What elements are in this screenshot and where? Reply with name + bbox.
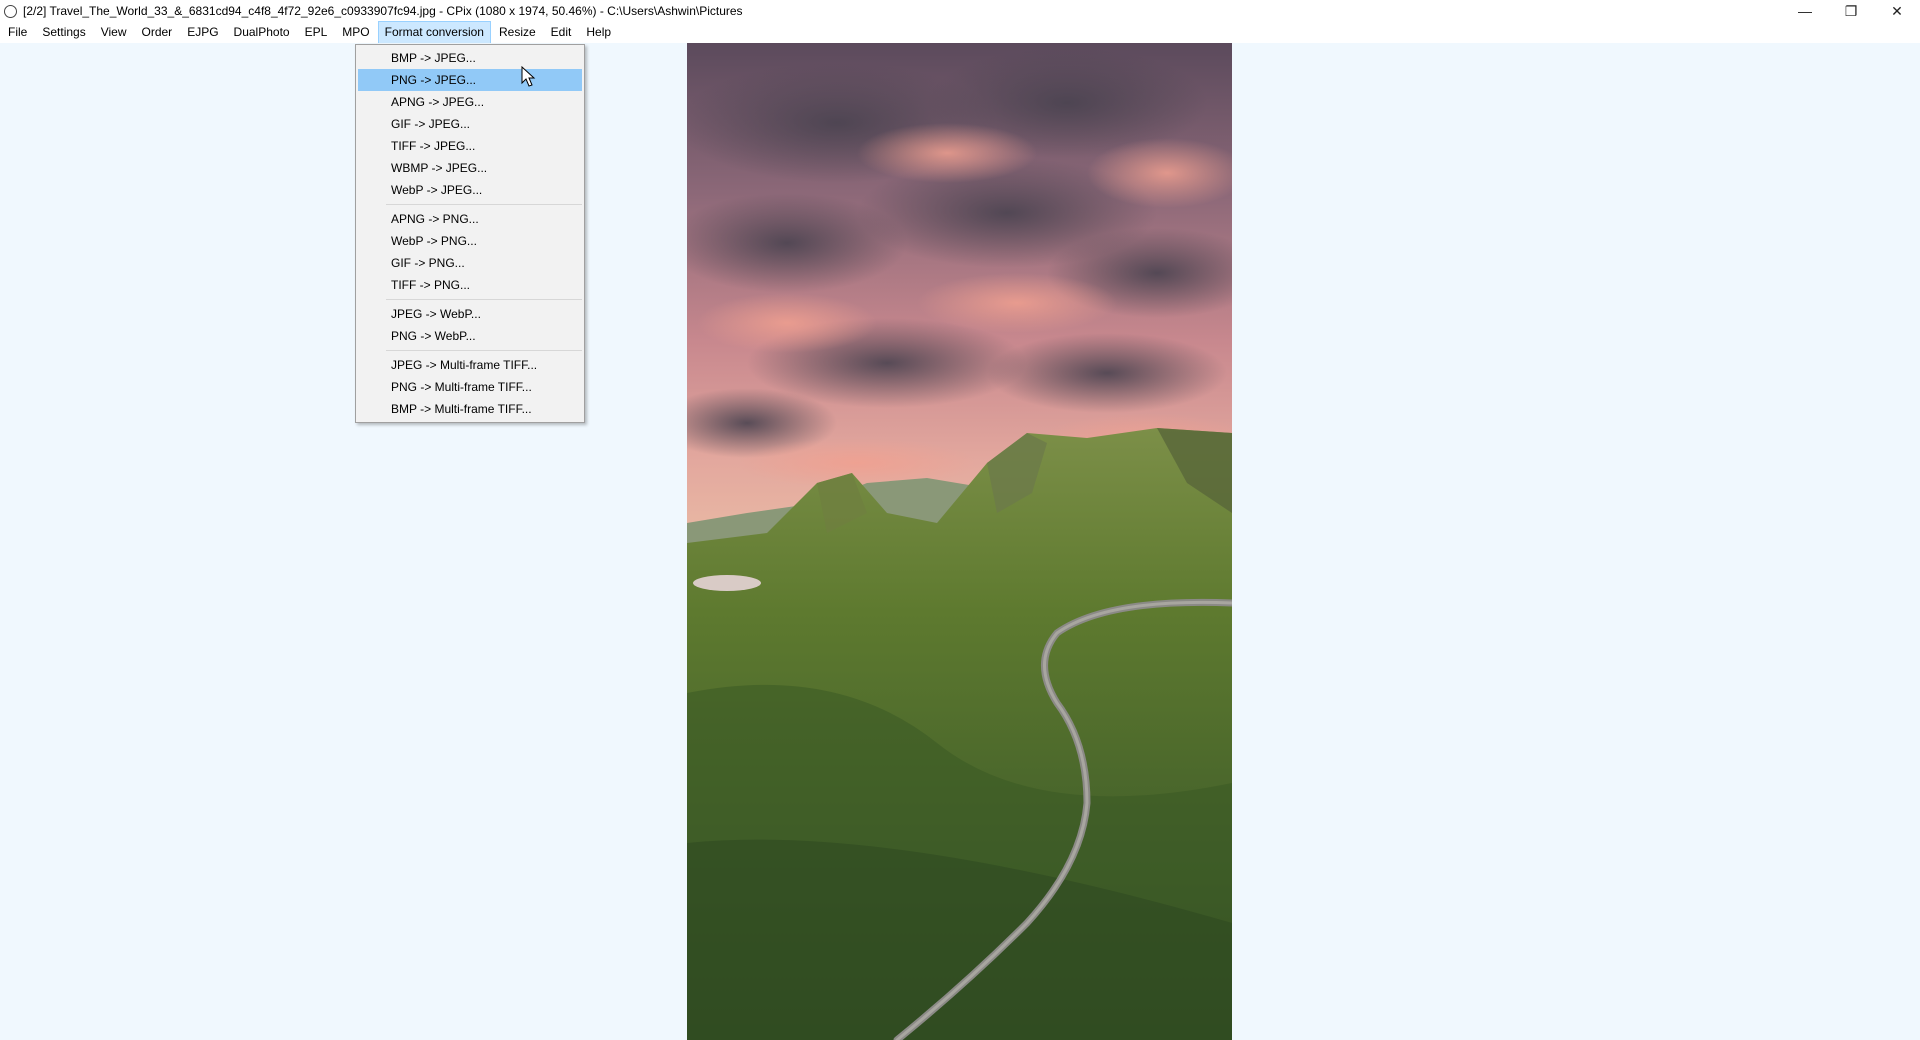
menu-item-tiff-png[interactable]: TIFF -> PNG...	[358, 274, 582, 296]
menu-item-png-jpeg[interactable]: PNG -> JPEG...	[358, 69, 582, 91]
menu-item-apng-jpeg[interactable]: APNG -> JPEG...	[358, 91, 582, 113]
menu-edit[interactable]: Edit	[544, 21, 579, 44]
menu-item-jpeg-webp[interactable]: JPEG -> WebP...	[358, 303, 582, 325]
title-bar: [2/2] Travel_The_World_33_&_6831cd94_c4f…	[0, 0, 1920, 22]
menu-help[interactable]: Help	[579, 21, 618, 44]
close-icon: ✕	[1891, 2, 1903, 19]
restore-icon: ❐	[1844, 2, 1858, 19]
menu-separator	[386, 204, 582, 205]
menu-separator	[386, 350, 582, 351]
menu-separator	[386, 299, 582, 300]
menu-format-conversion[interactable]: Format conversion	[377, 21, 491, 44]
minimize-icon: —	[1798, 3, 1812, 19]
menu-item-gif-jpeg[interactable]: GIF -> JPEG...	[358, 113, 582, 135]
menu-item-png-multi-frame-tiff[interactable]: PNG -> Multi-frame TIFF...	[358, 376, 582, 398]
menu-item-wbmp-jpeg[interactable]: WBMP -> JPEG...	[358, 157, 582, 179]
menu-item-jpeg-multi-frame-tiff[interactable]: JPEG -> Multi-frame TIFF...	[358, 354, 582, 376]
menu-item-png-webp[interactable]: PNG -> WebP...	[358, 325, 582, 347]
menu-mpo[interactable]: MPO	[335, 21, 376, 44]
menu-ejpg[interactable]: EJPG	[180, 21, 225, 44]
menu-settings[interactable]: Settings	[35, 21, 92, 44]
mouse-cursor-icon	[521, 66, 536, 87]
menu-dualphoto[interactable]: DualPhoto	[227, 21, 297, 44]
menu-epl[interactable]: EPL	[298, 21, 335, 44]
menu-item-webp-jpeg[interactable]: WebP -> JPEG...	[358, 179, 582, 201]
menu-view[interactable]: View	[94, 21, 134, 44]
menu-item-webp-png[interactable]: WebP -> PNG...	[358, 230, 582, 252]
window-controls: — ❐ ✕	[1782, 0, 1920, 22]
menu-item-tiff-jpeg[interactable]: TIFF -> JPEG...	[358, 135, 582, 157]
menu-order[interactable]: Order	[135, 21, 180, 44]
menu-item-bmp-multi-frame-tiff[interactable]: BMP -> Multi-frame TIFF...	[358, 398, 582, 420]
menu-bar: File Settings View Order EJPG DualPhoto EPL MPO…	[0, 21, 1920, 44]
menu-item-gif-png[interactable]: GIF -> PNG...	[358, 252, 582, 274]
menu-item-bmp-jpeg[interactable]: BMP -> JPEG...	[358, 47, 582, 69]
photo-image	[687, 43, 1232, 1040]
menu-item-apng-png[interactable]: APNG -> PNG...	[358, 208, 582, 230]
restore-button[interactable]: ❐	[1828, 0, 1874, 22]
window-title: [2/2] Travel_The_World_33_&_6831cd94_c4f…	[23, 4, 743, 18]
app-icon	[4, 4, 17, 18]
format-conversion-menu: BMP -> JPEG... PNG -> JPEG... APNG -> JPEG…	[355, 44, 585, 423]
menu-resize[interactable]: Resize	[492, 21, 543, 44]
photo-landscape	[687, 43, 1232, 1040]
close-button[interactable]: ✕	[1874, 0, 1920, 22]
menu-file[interactable]: File	[1, 21, 34, 44]
minimize-button[interactable]: —	[1782, 0, 1828, 22]
